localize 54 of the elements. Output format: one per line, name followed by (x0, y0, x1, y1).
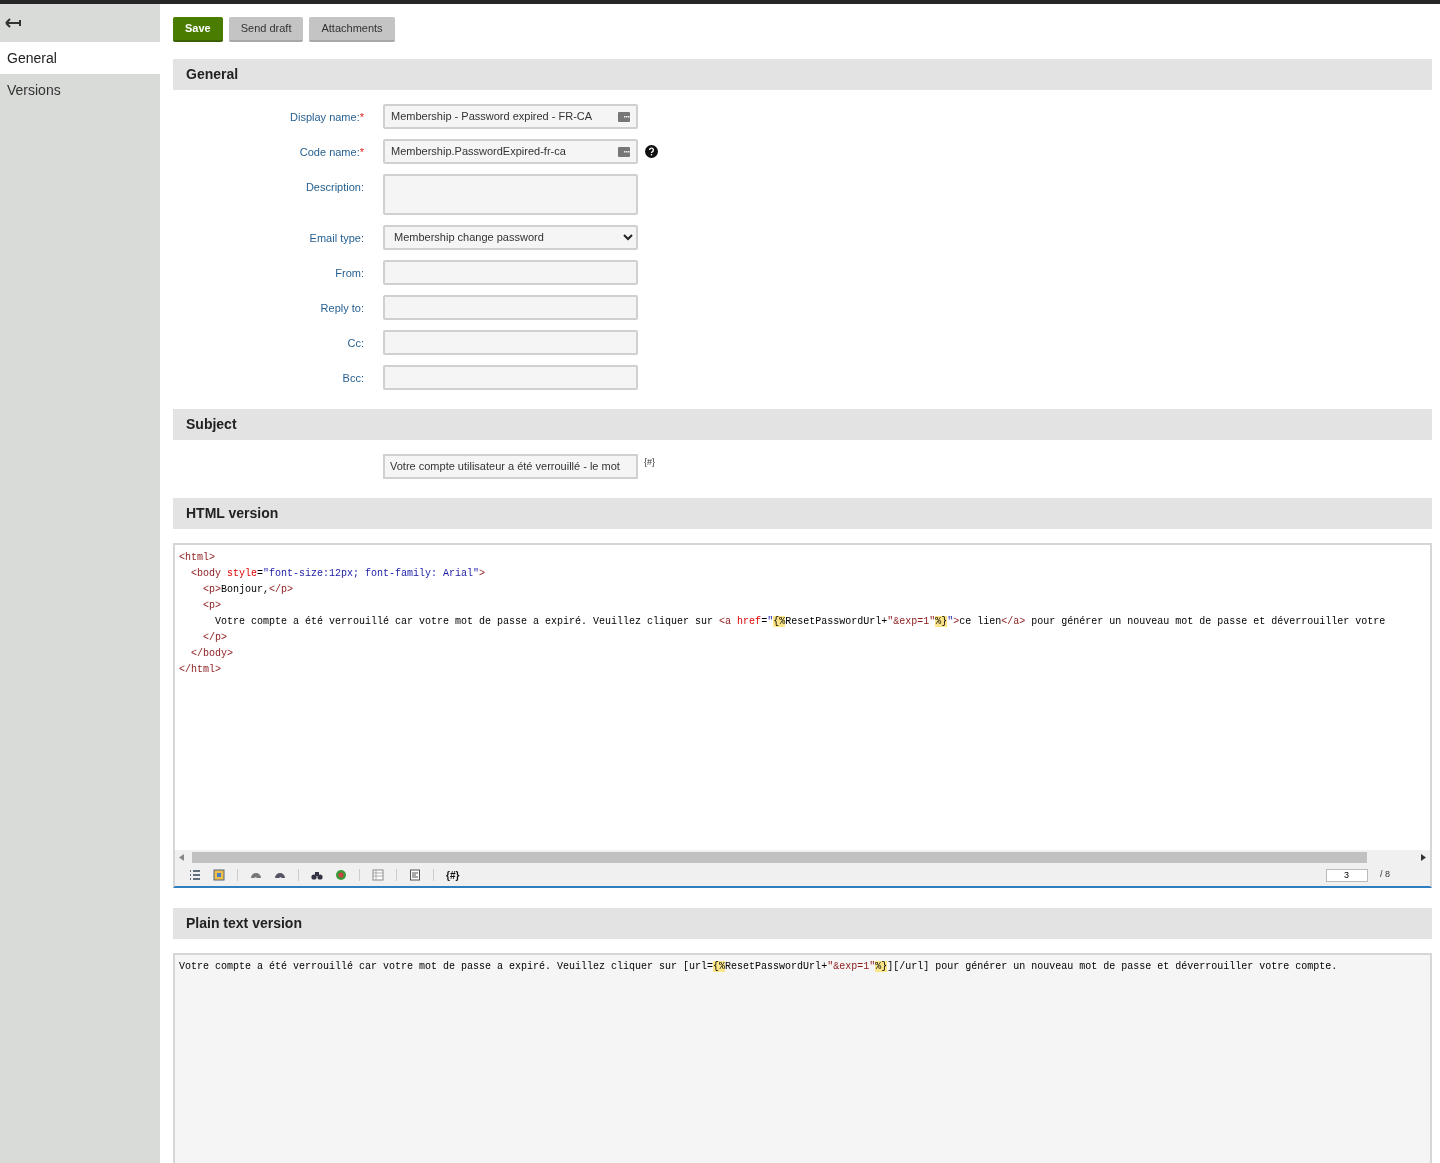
localize-icon[interactable] (618, 146, 630, 157)
line-number-field[interactable]: 3 (1326, 868, 1368, 882)
back-arrow-icon[interactable] (5, 18, 21, 28)
toolbar-button[interactable]: Send draft (228, 17, 304, 42)
scroll-left-icon[interactable] (179, 853, 184, 861)
help-icon[interactable] (645, 145, 658, 158)
input-field[interactable] (383, 295, 638, 320)
code-line: <p> (202, 599, 221, 613)
table-icon[interactable] (372, 869, 384, 881)
code-line: Votre compte a été verrouillé car votre mot de passe a expiré. Veuillez cliquer sur <a href="{%ResetPasswordUrl+"&exp=1"%}">ce lien</a> pour générer un nouveau mot de passe et déverrouiller votre (214, 615, 1386, 629)
subject-field[interactable]: Votre compte utilisateur a été verrouillé - le mot (383, 454, 638, 479)
field-label: Description: (305, 180, 364, 195)
section-header: Plain text version (173, 908, 1432, 939)
field-label: Email type: (309, 231, 364, 246)
code-line: </body> (190, 647, 233, 661)
required-mark: * (359, 110, 364, 125)
code-line: <html> (179, 551, 215, 565)
toolbar-button[interactable]: Attachments (309, 17, 395, 42)
macro-button[interactable]: {#} (644, 454, 656, 470)
horizontal-scrollbar[interactable] (175, 850, 1430, 864)
scroll-right-icon[interactable] (1421, 853, 1426, 861)
input-field[interactable] (383, 365, 638, 390)
image-icon[interactable] (213, 869, 225, 881)
email-type-dropdown[interactable]: Membership change password (383, 225, 638, 250)
line-total: / 8 (1380, 868, 1390, 882)
field-label: Cc: (347, 336, 364, 351)
code-line: </html> (179, 663, 221, 677)
field-label: Reply to: (320, 301, 364, 316)
macro-button[interactable]: {#} (446, 867, 460, 883)
plain-text-editor[interactable]: Votre compte a été verrouillé car votre mot de passe a expiré. Veuillez cliquer sur [url={%ResetPasswordUrl+"&exp=1"%}][/url] pour générer un nouveau mot de passe et déverrouiller votre compte. (173, 953, 1432, 1163)
text-field[interactable]: Membership - Password expired - FR-CA (383, 104, 638, 129)
input-field[interactable] (383, 330, 638, 355)
required-mark: * (359, 145, 364, 160)
localize-icon[interactable] (618, 111, 630, 122)
code-line: <p>Bonjour,</p> (202, 583, 294, 597)
section-header: HTML version (173, 498, 1432, 529)
input-field[interactable] (383, 260, 638, 285)
save-button[interactable]: Save (173, 17, 223, 42)
document-icon[interactable] (409, 869, 421, 881)
code-line: Votre compte a été verrouillé car votre mot de passe a expiré. Veuillez cliquer sur [url={%ResetPasswordUrl+"&exp=1"%}][/url] pour générer un nouveau mot de passe et déverrouiller votre compte. (179, 960, 1338, 974)
chevron-down-icon (623, 234, 633, 241)
field-label: From: (335, 266, 364, 281)
code-line: <body style="font-size:12px; font-family: Arial"> (190, 567, 486, 581)
field-label: Display name: (290, 110, 360, 125)
section-header: General (173, 59, 1432, 90)
text-field[interactable]: Membership.PasswordExpired-fr-ca (383, 139, 638, 164)
field-label: Bcc: (342, 371, 364, 386)
list-icon[interactable] (189, 869, 201, 881)
binoculars-icon[interactable] (311, 869, 323, 881)
code-line: </p> (202, 631, 227, 645)
sidebar-item[interactable]: Versions (0, 74, 160, 106)
sidebar-item[interactable]: General (0, 42, 160, 74)
field-label: Code name: (299, 145, 360, 160)
section-header: Subject (173, 409, 1432, 440)
